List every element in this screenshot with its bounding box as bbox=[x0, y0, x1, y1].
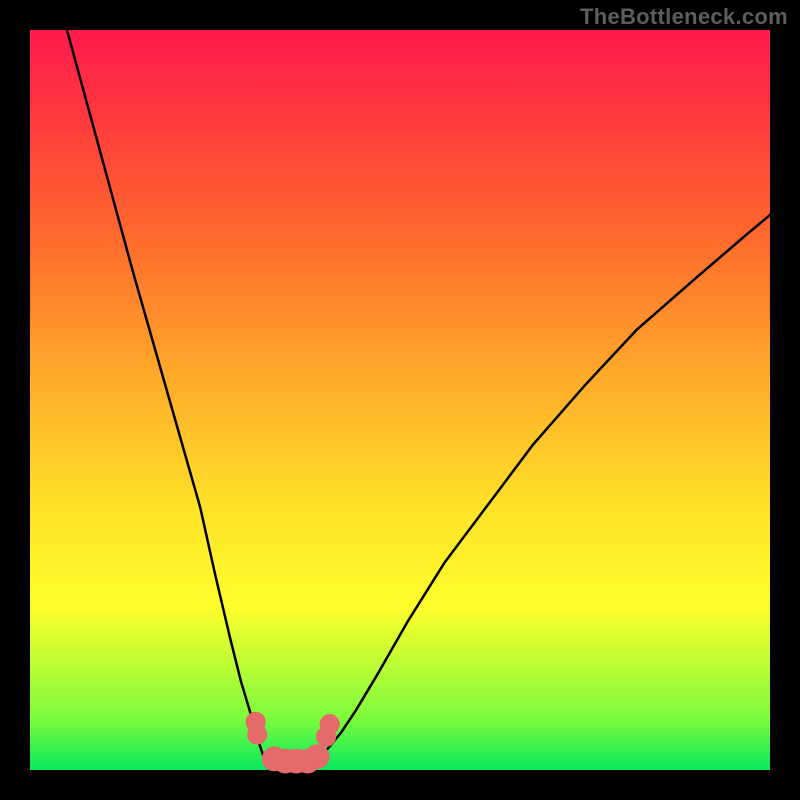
watermark-label: TheBottleneck.com bbox=[580, 4, 788, 30]
valley-marker bbox=[305, 745, 329, 769]
curve-layer bbox=[30, 30, 770, 770]
valley-marker-group bbox=[246, 712, 339, 773]
valley-marker bbox=[248, 725, 267, 744]
chart-frame: TheBottleneck.com bbox=[0, 0, 800, 800]
valley-marker bbox=[320, 715, 339, 734]
bottleneck-curve bbox=[67, 30, 770, 764]
